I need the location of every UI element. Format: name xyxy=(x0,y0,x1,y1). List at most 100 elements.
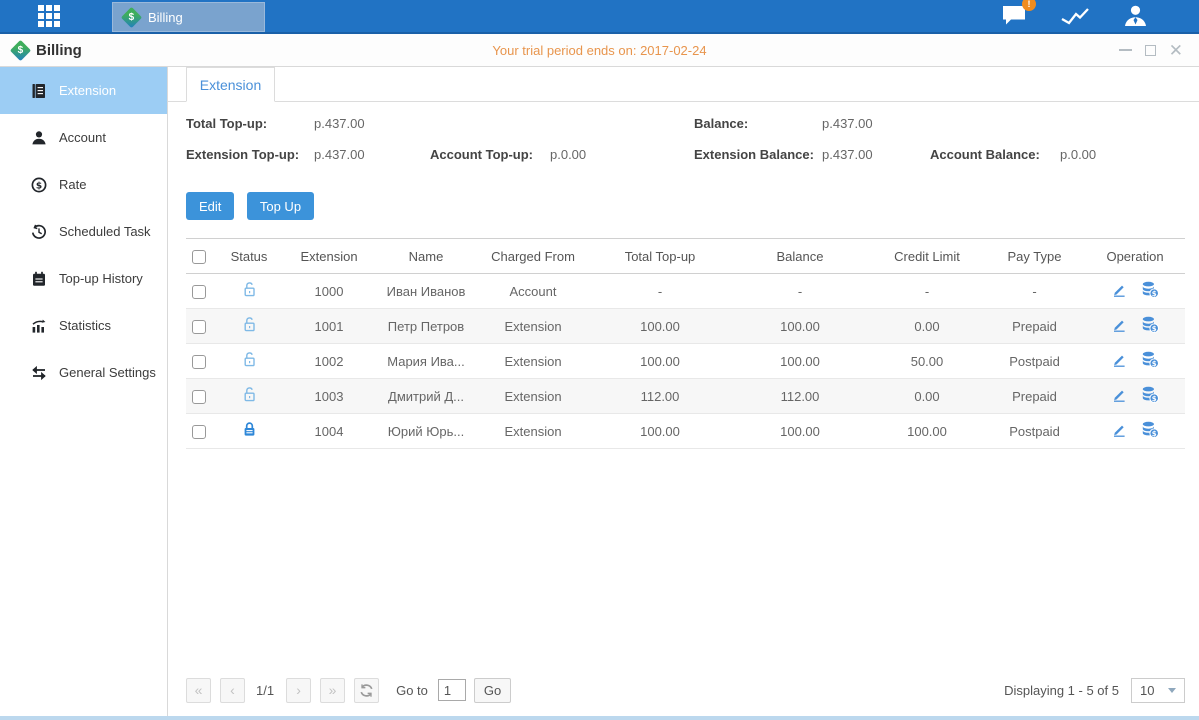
col-credit-limit: Credit Limit xyxy=(870,239,984,274)
col-total-topup: Total Top-up xyxy=(590,239,730,274)
cell-total-topup: 100.00 xyxy=(590,309,730,344)
cell-name: Петр Петров xyxy=(376,309,476,344)
table-row: 1002Мария Ива...Extension100.00100.0050.… xyxy=(186,344,1185,379)
edit-pencil-icon[interactable] xyxy=(1111,352,1127,371)
notification-badge: ! xyxy=(1022,0,1036,11)
app-tab-billing[interactable]: $ Billing xyxy=(112,2,265,32)
prev-page-button[interactable]: ‹ xyxy=(220,678,245,703)
col-charged-from: Charged From xyxy=(476,239,590,274)
cell-extension: 1001 xyxy=(282,309,376,344)
sidebar-item-label: Statistics xyxy=(59,318,111,333)
cell-balance: 100.00 xyxy=(730,344,870,379)
topup-coins-icon[interactable]: $ xyxy=(1141,281,1159,301)
minimize-icon[interactable] xyxy=(1119,49,1132,51)
row-checkbox[interactable] xyxy=(192,285,206,299)
edit-pencil-icon[interactable] xyxy=(1111,387,1127,406)
extension-topup-label: Extension Top-up: xyxy=(186,147,299,162)
app-tab-label: Billing xyxy=(148,10,183,25)
col-name: Name xyxy=(376,239,476,274)
lock-open-icon xyxy=(241,316,258,336)
chevron-down-icon xyxy=(1168,688,1176,693)
edit-pencil-icon[interactable] xyxy=(1111,317,1127,336)
toolbar: Edit Top Up xyxy=(168,192,1199,220)
sidebar-item-label: General Settings xyxy=(59,365,156,380)
topup-history-notepad-icon xyxy=(30,271,47,287)
edit-button[interactable]: Edit xyxy=(186,192,234,220)
cell-pay-type: Postpaid xyxy=(984,344,1085,379)
table-row: 1004Юрий Юрь...Extension100.00100.00100.… xyxy=(186,414,1185,449)
row-checkbox[interactable] xyxy=(192,390,206,404)
sidebar-item-general-settings[interactable]: General Settings xyxy=(0,349,167,396)
cell-pay-type: Postpaid xyxy=(984,414,1085,449)
total-topup-label: Total Top-up: xyxy=(186,116,267,131)
close-icon[interactable]: ✕ xyxy=(1169,45,1183,56)
table-row: 1001Петр ПетровExtension100.00100.000.00… xyxy=(186,309,1185,344)
cell-name: Иван Иванов xyxy=(376,274,476,309)
sidebar: Extension Account$Rate Scheduled Task Top-u… xyxy=(0,67,168,716)
cell-total-topup: 100.00 xyxy=(590,344,730,379)
edit-pencil-icon[interactable] xyxy=(1111,422,1127,441)
billing-app-window: $ Billing ! Your trial period ends on: 2… xyxy=(0,0,1199,720)
row-checkbox[interactable] xyxy=(192,355,206,369)
topup-coins-icon[interactable]: $ xyxy=(1141,316,1159,336)
window-title: Billing xyxy=(36,42,82,59)
last-page-button[interactable]: » xyxy=(320,678,345,703)
account-person-icon xyxy=(30,130,47,146)
page-size-select[interactable]: 10 xyxy=(1131,678,1185,703)
row-checkbox[interactable] xyxy=(192,320,206,334)
cell-credit-limit: 0.00 xyxy=(870,379,984,414)
sidebar-item-label: Extension xyxy=(59,83,116,98)
cell-name: Юрий Юрь... xyxy=(376,414,476,449)
cell-name: Дмитрий Д... xyxy=(376,379,476,414)
next-page-button[interactable]: › xyxy=(286,678,311,703)
user-account-icon[interactable] xyxy=(1122,4,1149,28)
cell-total-topup: - xyxy=(590,274,730,309)
extension-balance-value: p.437.00 xyxy=(822,147,873,162)
svg-text:$: $ xyxy=(1152,360,1157,368)
goto-page-input[interactable] xyxy=(438,679,466,701)
cell-charged-from: Extension xyxy=(476,414,590,449)
sidebar-item-label: Rate xyxy=(59,177,86,192)
cell-credit-limit: - xyxy=(870,274,984,309)
sidebar-item-scheduled-task[interactable]: Scheduled Task xyxy=(0,208,167,255)
pagination-bar: « ‹ 1/1 › » Go to Go Displaying 1 - 5 of… xyxy=(168,672,1199,716)
cell-charged-from: Extension xyxy=(476,379,590,414)
edit-pencil-icon[interactable] xyxy=(1111,282,1127,301)
sidebar-item-rate[interactable]: $Rate xyxy=(0,161,167,208)
total-topup-value: p.437.00 xyxy=(314,116,365,131)
window-title-bar: Your trial period ends on: 2017-02-24 $ … xyxy=(0,34,1199,67)
sidebar-item-label: Top-up History xyxy=(59,271,143,286)
row-checkbox[interactable] xyxy=(192,425,206,439)
lock-open-icon xyxy=(241,281,258,301)
sidebar-item-label: Scheduled Task xyxy=(59,224,151,239)
cell-total-topup: 100.00 xyxy=(590,414,730,449)
svg-text:$: $ xyxy=(1152,430,1157,438)
maximize-icon[interactable] xyxy=(1145,45,1156,56)
sidebar-item-statistics[interactable]: Statistics xyxy=(0,302,167,349)
table-row: 1000Иван ИвановAccount----$ xyxy=(186,274,1185,309)
sidebar-item-top-up-history[interactable]: Top-up History xyxy=(0,255,167,302)
cell-extension: 1004 xyxy=(282,414,376,449)
tab-extension[interactable]: Extension xyxy=(186,67,275,102)
topup-coins-icon[interactable]: $ xyxy=(1141,386,1159,406)
app-launcher-grid-icon[interactable] xyxy=(38,5,60,27)
top-up-button[interactable]: Top Up xyxy=(247,192,314,220)
cell-balance: - xyxy=(730,274,870,309)
go-button[interactable]: Go xyxy=(474,678,511,703)
select-all-checkbox[interactable] xyxy=(192,250,206,264)
topup-coins-icon[interactable]: $ xyxy=(1141,351,1159,371)
first-page-button[interactable]: « xyxy=(186,678,211,703)
app-bar-actions: ! xyxy=(1001,4,1149,28)
topup-coins-icon[interactable]: $ xyxy=(1141,421,1159,441)
messages-icon[interactable]: ! xyxy=(1001,4,1028,28)
statistics-chart-top-icon[interactable] xyxy=(1060,4,1090,28)
cell-extension: 1002 xyxy=(282,344,376,379)
sidebar-item-extension[interactable]: Extension xyxy=(0,67,167,114)
account-balance-label: Account Balance: xyxy=(930,147,1040,162)
sidebar-item-account[interactable]: Account xyxy=(0,114,167,161)
svg-text:$: $ xyxy=(1152,325,1157,333)
scheduled-task-history-icon xyxy=(30,224,47,240)
cell-name: Мария Ива... xyxy=(376,344,476,379)
col-balance: Balance xyxy=(730,239,870,274)
refresh-button[interactable] xyxy=(354,678,379,703)
